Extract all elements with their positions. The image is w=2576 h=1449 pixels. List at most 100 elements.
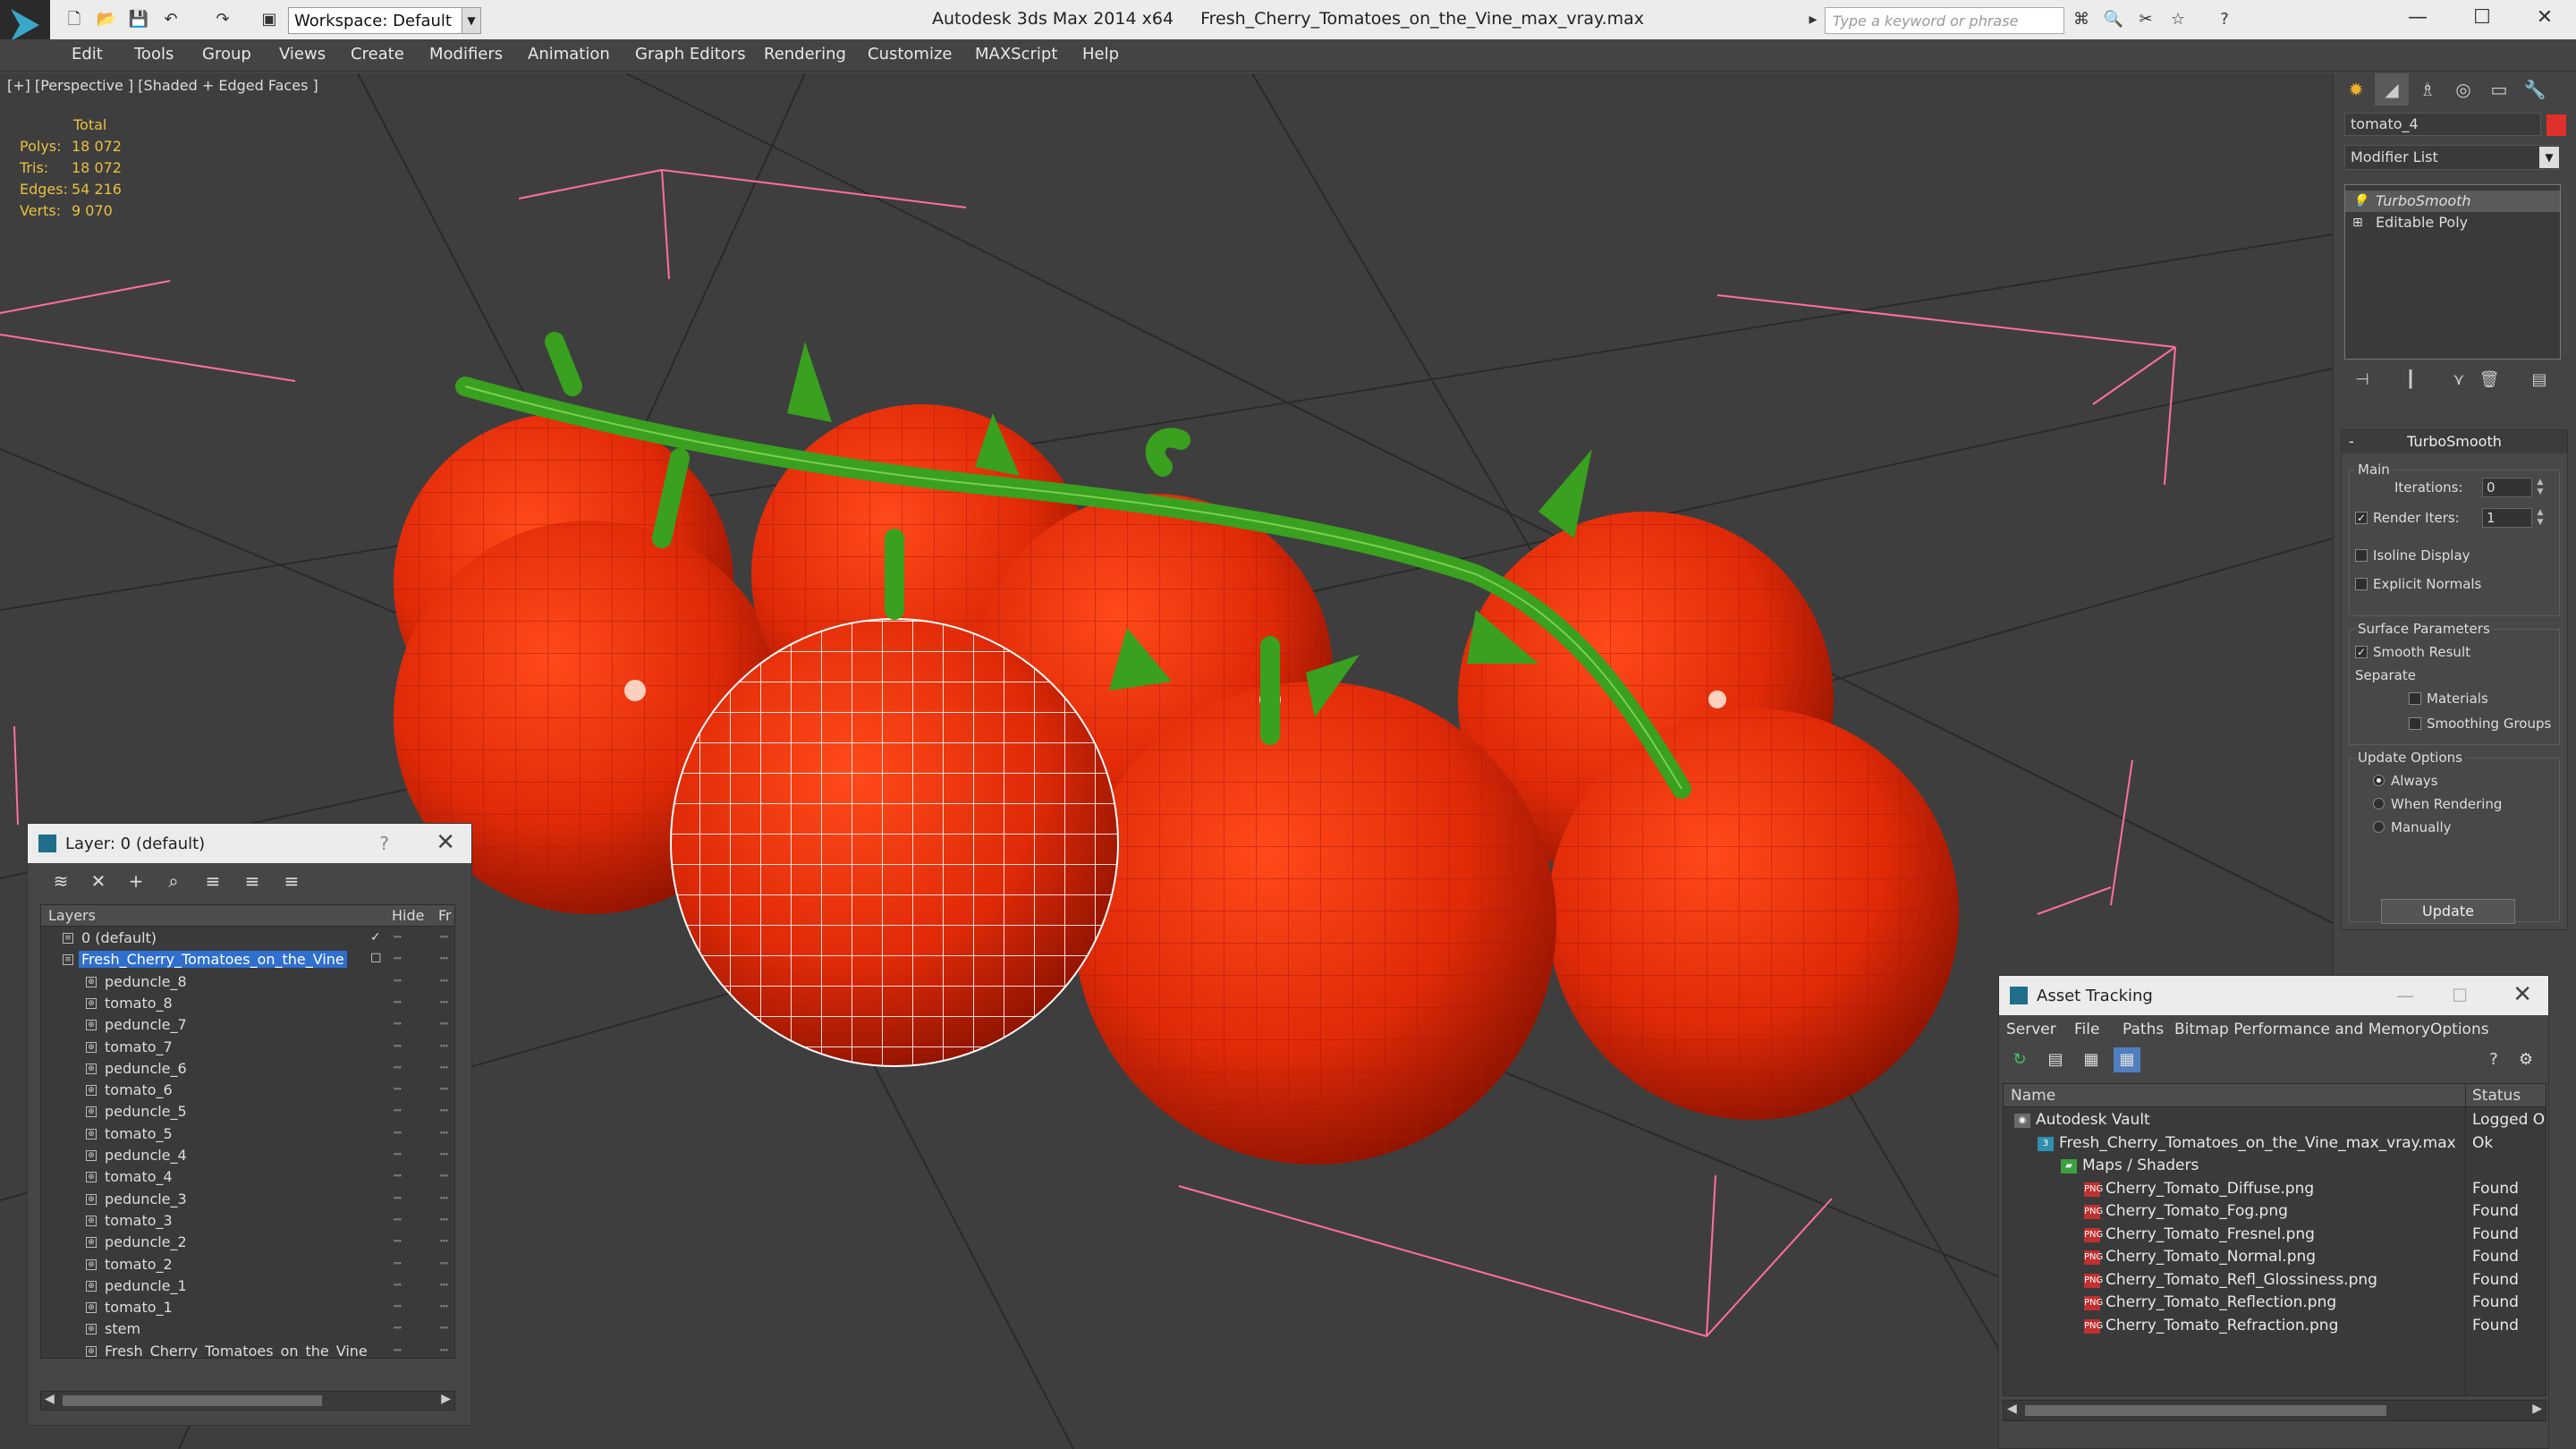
layers-icon[interactable]: ≋ <box>47 870 74 892</box>
hide-toggle-icon[interactable]: ┅ <box>394 1082 401 1097</box>
iterations-spinner[interactable]: 0 <box>2482 478 2532 497</box>
chevron-down-icon[interactable]: ▼ <box>2539 147 2559 168</box>
col-hide[interactable]: Hide <box>392 907 424 924</box>
hide-all-icon[interactable]: ≡ <box>239 870 266 892</box>
scroll-left-icon[interactable]: ◀ <box>2007 1402 2017 1416</box>
freeze-toggle-icon[interactable]: ┅ <box>440 1343 447 1358</box>
hide-toggle-icon[interactable]: ┅ <box>394 1257 401 1271</box>
freeze-toggle-icon[interactable]: ┅ <box>440 1082 447 1097</box>
smoothing-groups-checkbox[interactable] <box>2409 717 2421 730</box>
layer-row[interactable]: ⊕ tomato_2 ┅ ┅ <box>41 1255 454 1276</box>
motion-tab-icon[interactable]: ◎ <box>2446 73 2480 106</box>
asset-row[interactable]: PNG Cherry_Tomato_Fresnel.png Found <box>2004 1224 2546 1247</box>
utilities-tab-icon[interactable]: 🔧 <box>2518 73 2552 106</box>
tools-icon[interactable]: ✂ <box>2134 9 2157 30</box>
stack-item-editable-poly[interactable]: ⊞ Editable Poly <box>2345 212 2560 233</box>
update-button[interactable]: Update <box>2381 899 2515 924</box>
hide-toggle-icon[interactable]: ┅ <box>394 1039 401 1054</box>
asset-row[interactable]: PNG Cherry_Tomato_Refl_Glossiness.png Foun… <box>2004 1269 2546 1292</box>
asset-row[interactable]: 3 Fresh_Cherry_Tomatoes_on_the_Vine_max_v… <box>2004 1132 2546 1156</box>
freeze-toggle-icon[interactable]: ┅ <box>440 1104 447 1118</box>
collapse-icon[interactable]: - <box>2349 430 2354 453</box>
hide-toggle-icon[interactable]: ┅ <box>394 1234 401 1249</box>
layer-row-name[interactable]: 0 (default) <box>79 929 159 946</box>
col-layers[interactable]: Layers <box>48 907 96 924</box>
maximize-icon[interactable]: ☐ <box>2452 985 2468 1006</box>
hide-toggle-icon[interactable]: ┅ <box>394 1017 401 1031</box>
close-icon[interactable]: ✕ <box>436 829 455 856</box>
freeze-toggle-icon[interactable]: ┅ <box>440 952 447 966</box>
expand-plus-icon[interactable]: ⊞ <box>2352 216 2363 230</box>
hide-toggle-icon[interactable]: ┅ <box>394 1126 401 1140</box>
layer-row-name[interactable]: peduncle_2 <box>102 1233 190 1250</box>
help-icon[interactable]: ? <box>379 833 389 854</box>
freeze-toggle-icon[interactable]: ┅ <box>440 1169 447 1183</box>
menu-bitmap-performance[interactable]: Bitmap Performance and Memory <box>2174 1021 2430 1038</box>
stack-item-turbosmooth[interactable]: 💡 TurboSmooth <box>2345 191 2560 212</box>
menu-tools[interactable]: Tools <box>134 45 174 64</box>
layer-row-name[interactable]: tomato_6 <box>102 1081 175 1098</box>
scroll-thumb[interactable] <box>2025 1405 2386 1416</box>
freeze-toggle-icon[interactable]: ┅ <box>440 1126 447 1140</box>
help-icon[interactable]: ? <box>2480 1047 2507 1072</box>
close-icon[interactable]: ✕ <box>2513 0 2576 39</box>
layer-row-name[interactable]: Fresh_Cherry_Tomatoes_on_the_Vine <box>79 951 347 969</box>
layer-row-name[interactable]: peduncle_8 <box>102 973 190 990</box>
layer-row[interactable]: ⊕ tomato_3 ┅ ┅ <box>41 1211 454 1233</box>
layer-row-name[interactable]: tomato_1 <box>102 1299 175 1316</box>
layer-row[interactable]: ⊕ Fresh_Cherry_Tomatoes_on_the_Vine ┅ ┅ <box>41 1342 454 1358</box>
expand-arrow-icon[interactable]: ▸ <box>1801 9 1825 30</box>
asset-horizontal-scrollbar[interactable]: ◀ ▶ <box>2003 1400 2546 1421</box>
hide-toggle-icon[interactable]: ┅ <box>394 1169 401 1183</box>
display-tab-icon[interactable]: ▭ <box>2482 73 2516 106</box>
explicit-normals-checkbox[interactable] <box>2355 578 2368 590</box>
freeze-toggle-icon[interactable]: ┅ <box>440 1061 447 1075</box>
freeze-toggle-icon[interactable]: ┅ <box>440 1017 447 1031</box>
col-freeze[interactable]: Fr <box>438 907 452 924</box>
menu-group[interactable]: Group <box>202 45 251 64</box>
layer-row-name[interactable]: tomato_7 <box>102 1038 175 1055</box>
hide-toggle-icon[interactable]: ┅ <box>394 1104 401 1118</box>
favorites-icon[interactable]: ☆ <box>2166 9 2190 30</box>
search-input[interactable]: Type a keyword or phrase <box>1825 7 2064 34</box>
layer-row[interactable]: ⊕ peduncle_1 ┅ ┅ <box>41 1276 454 1298</box>
render-iters-checkbox[interactable]: ✓ <box>2355 512 2368 524</box>
remove-modifier-icon[interactable]: 🗑 <box>2479 370 2500 389</box>
menu-rendering[interactable]: Rendering <box>764 45 846 64</box>
freeze-toggle-icon[interactable]: ┅ <box>440 1039 447 1054</box>
freeze-toggle-icon[interactable]: ┅ <box>440 1321 447 1335</box>
layer-row[interactable]: ⊕ peduncle_4 ┅ ┅ <box>41 1146 454 1167</box>
hide-toggle-icon[interactable]: ┅ <box>394 1321 401 1335</box>
hide-toggle-icon[interactable]: ┅ <box>394 974 401 988</box>
layer-row[interactable]: ⊕ tomato_6 ┅ ┅ <box>41 1080 454 1102</box>
menu-graph-editors[interactable]: Graph Editors <box>635 45 746 64</box>
menu-server[interactable]: Server <box>2006 1021 2056 1038</box>
menu-animation[interactable]: Animation <box>528 45 610 64</box>
hierarchy-tab-icon[interactable]: ♗ <box>2411 73 2445 106</box>
freeze-toggle-icon[interactable]: ┅ <box>440 1213 447 1227</box>
hide-toggle-icon[interactable]: ┅ <box>394 1343 401 1358</box>
layer-dialog-titlebar[interactable]: Layer: 0 (default) ? ✕ <box>28 824 471 863</box>
binoculars-icon[interactable]: ⌘ <box>2070 9 2093 30</box>
asset-row[interactable]: PNG Cherry_Tomato_Normal.png Found <box>2004 1246 2546 1269</box>
layer-row[interactable]: ≡ 0 (default) ┅ ✓ ┅ <box>41 928 454 950</box>
freeze-toggle-icon[interactable]: ┅ <box>440 974 447 988</box>
lightbulb-icon[interactable]: 💡 <box>2352 194 2368 208</box>
menu-customize[interactable]: Customize <box>868 45 952 64</box>
menu-views[interactable]: Views <box>279 45 326 64</box>
layer-row[interactable]: ⊕ peduncle_5 ┅ ┅ <box>41 1102 454 1123</box>
layer-row-name[interactable]: peduncle_4 <box>102 1147 190 1164</box>
rollout-header[interactable]: - TurboSmooth <box>2342 430 2567 453</box>
hide-toggle-icon[interactable]: ┅ <box>394 1191 401 1206</box>
scroll-right-icon[interactable]: ▶ <box>441 1392 451 1406</box>
freeze-toggle-icon[interactable]: ┅ <box>440 996 447 1010</box>
delete-layer-icon[interactable]: ✕ <box>85 870 112 892</box>
freeze-all-icon[interactable]: ≡ <box>278 870 305 892</box>
asset-row[interactable]: PNG Cherry_Tomato_Fog.png Found <box>2004 1200 2546 1224</box>
asset-dialog-titlebar[interactable]: Asset Tracking — ☐ ✕ <box>1999 976 2548 1015</box>
layer-row[interactable]: ⊕ stem ┅ ┅ <box>41 1319 454 1341</box>
menu-paths[interactable]: Paths <box>2123 1021 2164 1038</box>
refresh-icon[interactable]: ↻ <box>2006 1047 2033 1072</box>
hide-toggle-icon[interactable]: ┅ <box>394 930 401 945</box>
asset-row[interactable]: ▰ Maps / Shaders <box>2004 1155 2546 1178</box>
